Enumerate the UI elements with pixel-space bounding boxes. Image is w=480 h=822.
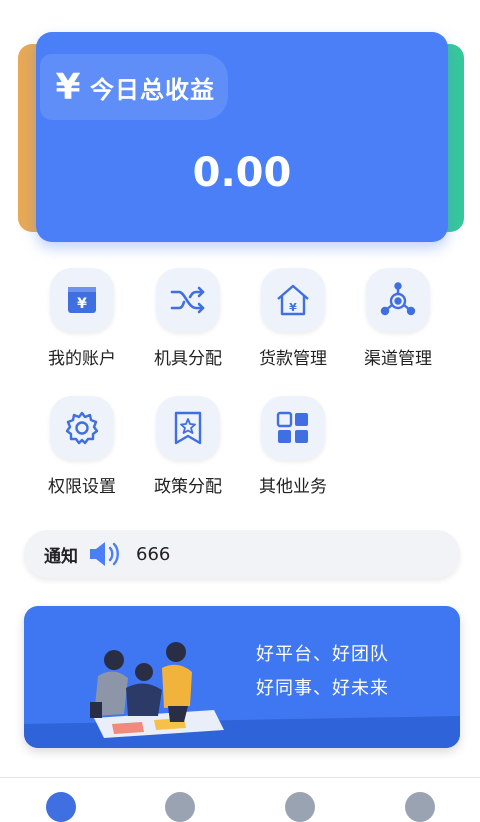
shuffle-icon [156, 268, 220, 332]
yen-icon: ¥ [55, 66, 81, 108]
menu-label: 权限设置 [48, 477, 116, 497]
menu-item-channel-management[interactable]: 渠道管理 [348, 268, 448, 369]
svg-text:¥: ¥ [289, 301, 297, 314]
menu-label: 其他业务 [259, 477, 327, 497]
bookmark-star-icon [156, 396, 220, 460]
banner-line-2: 好同事、好未来 [256, 678, 389, 699]
promo-banner[interactable]: 好平台、好团队 好同事、好未来 [24, 606, 460, 748]
nav-icon-3[interactable] [285, 792, 315, 822]
bottom-nav [0, 777, 480, 822]
menu-label: 货款管理 [259, 349, 327, 369]
menu-label: 渠道管理 [364, 349, 432, 369]
menu-item-policy-allocation[interactable]: 政策分配 [138, 396, 238, 497]
earnings-title-tab: ¥ 今日总收益 [40, 54, 228, 120]
home-icon[interactable] [46, 792, 76, 822]
menu-item-permission-settings[interactable]: 权限设置 [32, 396, 132, 497]
wallet-icon: ¥ [50, 268, 114, 332]
team-illustration [24, 642, 460, 748]
speaker-icon [88, 540, 122, 568]
profile-icon[interactable] [405, 792, 435, 822]
svg-text:¥: ¥ [77, 296, 87, 312]
menu-label: 我的账户 [48, 349, 116, 369]
earnings-card[interactable]: ¥ 今日总收益 0.00 [36, 32, 448, 242]
menu-item-payment-management[interactable]: ¥ 货款管理 [243, 268, 343, 369]
menu-label: 政策分配 [154, 477, 222, 497]
menu-label: 机具分配 [154, 349, 222, 369]
gear-icon [50, 396, 114, 460]
earnings-value: 0.00 [192, 150, 292, 196]
menu-item-device-allocation[interactable]: 机具分配 [138, 268, 238, 369]
channel-network-icon [366, 268, 430, 332]
grid-icon [261, 396, 325, 460]
earnings-title: 今日总收益 [90, 75, 215, 104]
nav-icon-2[interactable] [165, 792, 195, 822]
menu-item-my-account[interactable]: ¥ 我的账户 [32, 268, 132, 369]
menu-item-other-business[interactable]: 其他业务 [243, 396, 343, 497]
notice-label: 通知 [44, 546, 78, 567]
house-yen-icon: ¥ [261, 268, 325, 332]
banner-line-1: 好平台、好团队 [256, 644, 389, 665]
notice-bar[interactable]: 通知 666 [24, 530, 460, 578]
notice-text: 666 [136, 543, 171, 565]
